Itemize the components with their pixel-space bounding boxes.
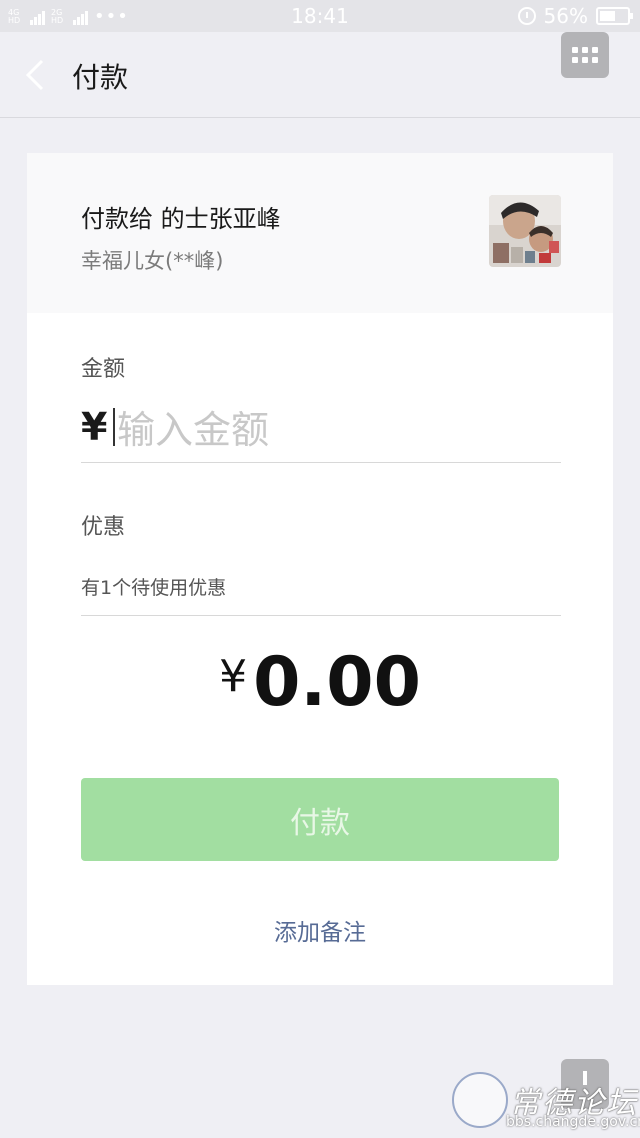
watermark-seal-logo xyxy=(452,1072,508,1128)
total-currency: ¥ xyxy=(219,651,248,702)
battery-fill xyxy=(600,11,615,21)
alarm-icon xyxy=(517,7,536,25)
amount-field: ¥ xyxy=(81,401,561,463)
currency-sign: ¥ xyxy=(81,405,108,449)
page-title: 付款 xyxy=(72,61,129,94)
discount-selector[interactable]: 有1个待使用优惠 xyxy=(81,559,561,616)
total-value: 0.00 xyxy=(253,643,421,722)
more-grid-icon xyxy=(572,47,578,53)
battery-icon xyxy=(596,7,633,25)
discount-label: 优惠 xyxy=(81,515,126,540)
chevron-left-icon[interactable] xyxy=(22,57,50,93)
amount-label: 金额 xyxy=(81,357,126,382)
nav-bar: 付款 xyxy=(0,32,640,118)
payee-title: 付款给 的士张亚峰 xyxy=(81,205,281,233)
total-amount: ¥0.00 xyxy=(27,643,613,722)
status-bar: 4G HD 2G HD ••• 18:41 56% xyxy=(0,0,640,32)
text-cursor xyxy=(113,408,115,446)
payee-subtitle: 幸福儿女(**峰) xyxy=(81,249,224,273)
pay-button[interactable]: 付款 xyxy=(81,778,559,861)
more-menu-button[interactable] xyxy=(561,32,609,78)
status-right: 56% xyxy=(517,4,633,28)
amount-input[interactable] xyxy=(117,401,557,459)
add-note-link[interactable]: 添加备注 xyxy=(27,913,613,947)
battery-percent: 56% xyxy=(543,4,588,28)
payee-header: 付款给 的士张亚峰 幸福儿女(**峰) xyxy=(27,153,613,313)
avatar xyxy=(489,195,561,267)
discount-text: 有1个待使用优惠 xyxy=(81,577,227,599)
payment-card: 付款给 的士张亚峰 幸福儿女(**峰) 金额 ¥ 优惠 有1个待使用优惠 ¥0.… xyxy=(27,153,613,985)
watermark-url: bbs.changde.gov.cn xyxy=(506,1114,640,1130)
